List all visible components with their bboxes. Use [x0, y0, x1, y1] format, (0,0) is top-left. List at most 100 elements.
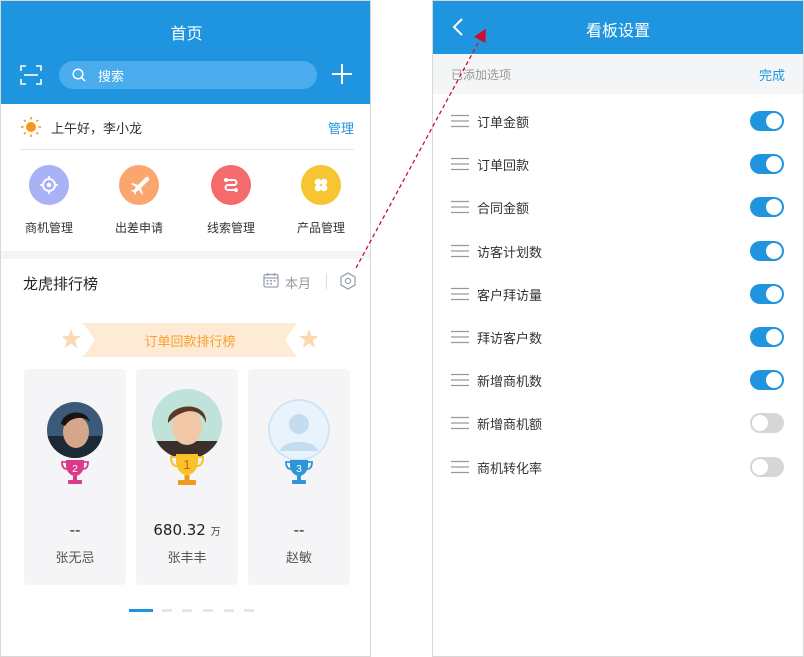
option-label: 拜访客户数 [477, 332, 543, 347]
option-label: 新增商机数 [477, 375, 543, 391]
drag-handle-icon[interactable] [451, 416, 469, 430]
ranking-banner: 订单回款排行榜 [63, 323, 317, 357]
calendar-icon[interactable] [263, 272, 279, 288]
drag-handle-icon[interactable] [451, 287, 469, 301]
app-label: 出差申请 [114, 221, 163, 235]
home-header: 首页 搜索 [1, 1, 370, 104]
trophy-icon: 3 [285, 460, 313, 484]
toggle-knob [766, 329, 782, 345]
app-label: 线索管理 [206, 221, 255, 235]
vertical-divider [326, 273, 327, 289]
amount-value: -- [293, 521, 305, 539]
trophy-icon: 2 [61, 460, 89, 484]
option-label: 订单金额 [477, 116, 530, 131]
amount-value: -- [69, 521, 81, 539]
drag-handle-icon[interactable] [451, 460, 469, 474]
quick-apps: 商机管理 出差申请 线索管理 产品管理 [1, 165, 370, 241]
option-toggle[interactable] [750, 456, 784, 477]
option-item: 新增商机额 [433, 402, 803, 445]
option-toggle[interactable] [750, 413, 784, 434]
section-divider [1, 251, 370, 259]
search-input[interactable]: 搜索 [59, 61, 317, 89]
option-toggle[interactable] [750, 283, 784, 304]
options-bar: 已添加选项 完成 [433, 54, 803, 94]
option-item: 订单金额 [433, 100, 803, 143]
app-products[interactable]: 产品管理 [276, 165, 366, 236]
amount-value: 680.32 万 [153, 521, 221, 539]
add-icon[interactable] [331, 63, 353, 85]
search-icon [72, 68, 86, 82]
link-icon [224, 178, 238, 192]
option-item: 新增商机数 [433, 359, 803, 402]
settings-header: 看板设置 [433, 1, 803, 54]
toggle-knob [766, 199, 782, 216]
drag-handle-icon[interactable] [451, 157, 469, 171]
toggle-knob [752, 415, 768, 432]
page-dot [203, 609, 213, 612]
option-label: 访客计划数 [477, 245, 543, 261]
toggle-knob [752, 458, 768, 475]
option-item: 订单回款 [433, 143, 803, 186]
option-toggle[interactable] [750, 154, 784, 175]
option-toggle[interactable] [750, 197, 784, 218]
scan-icon[interactable] [20, 65, 42, 85]
dashboard-settings-screen: 看板设置 已添加选项 完成 订单金额订单回款合同金额访客计划数客户拜访量拜访客户… [432, 0, 804, 657]
toggle-knob [766, 156, 782, 173]
greeting-text: 上午好，李小龙 [51, 122, 143, 137]
page-dot [162, 609, 172, 612]
sun-icon [21, 117, 41, 137]
toggle-knob [766, 285, 782, 302]
drag-handle-icon[interactable] [451, 244, 469, 258]
page-indicator [129, 609, 259, 613]
search-placeholder: 搜索 [98, 70, 125, 85]
option-label: 新增商机额 [477, 418, 543, 434]
ranking-card[interactable]: 2 -- 张无忌 [24, 369, 126, 585]
option-label: 合同金额 [477, 202, 530, 218]
option-toggle[interactable] [750, 111, 784, 131]
banner-title: 订单回款排行榜 [144, 335, 236, 350]
page-dot [244, 609, 254, 612]
settings-gear-icon[interactable] [339, 272, 357, 290]
avatar [47, 402, 103, 458]
person-name: 张无忌 [55, 551, 95, 566]
manage-link[interactable]: 管理 [328, 118, 354, 137]
app-opportunity[interactable]: 商机管理 [4, 165, 94, 236]
option-item: 拜访客户数 [433, 316, 803, 359]
drag-handle-icon[interactable] [451, 200, 469, 214]
option-toggle[interactable] [750, 240, 784, 261]
ranking-card[interactable]: 1 680.32 万 张丰丰 [136, 369, 238, 585]
page-title: 看板设置 [585, 21, 650, 40]
app-label: 产品管理 [296, 221, 345, 235]
trophy-icon: 1 [169, 454, 205, 485]
option-item: 合同金额 [433, 186, 803, 229]
ranking-card[interactable]: 3 -- 赵敏 [248, 369, 350, 585]
drag-handle-icon[interactable] [451, 373, 469, 387]
toggle-knob [766, 372, 782, 389]
page-dot [224, 609, 234, 612]
option-label: 客户拜访量 [477, 288, 543, 304]
app-leads[interactable]: 线索管理 [186, 165, 276, 236]
option-item: 客户拜访量 [433, 273, 803, 316]
plane-icon [131, 176, 149, 195]
avatar [268, 399, 330, 461]
toggle-knob [766, 242, 782, 259]
drag-handle-icon[interactable] [451, 114, 469, 128]
option-item: 商机转化率 [433, 446, 803, 489]
page-title: 首页 [170, 24, 203, 43]
person-name: 张丰丰 [167, 551, 207, 566]
period-select[interactable]: 本月 [285, 273, 311, 292]
rank-number: 2 [72, 464, 78, 475]
page-dot-active [129, 609, 153, 612]
done-button[interactable]: 完成 [759, 65, 785, 84]
app-travel[interactable]: 出差申请 [94, 165, 184, 236]
option-item: 访客计划数 [433, 230, 803, 273]
ranking-title: 龙虎排行榜 [23, 275, 99, 293]
option-toggle[interactable] [750, 370, 784, 391]
drag-handle-icon[interactable] [451, 330, 469, 344]
home-screen: 首页 搜索 上午好，李小龙 管理 商机管理 出差申请 线索管理 产品管理 龙虎排… [0, 0, 371, 657]
option-label: 商机转化率 [477, 461, 543, 477]
rank-number: 1 [183, 457, 190, 472]
page-dot [182, 609, 192, 612]
option-toggle[interactable] [750, 327, 784, 347]
greeting-row: 上午好，李小龙 管理 [20, 116, 354, 150]
